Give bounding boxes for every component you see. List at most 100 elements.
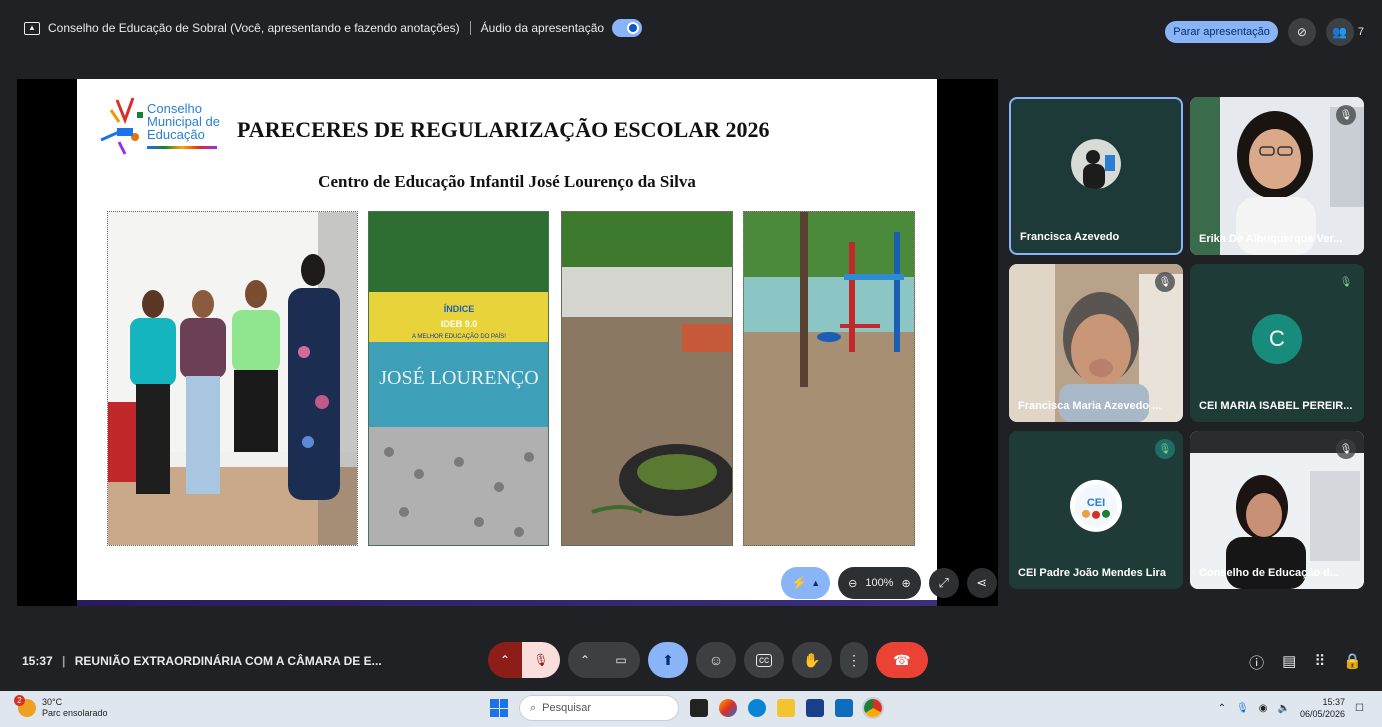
chevron-up-icon: ▲	[811, 578, 821, 588]
participant-count: 7	[1357, 26, 1364, 38]
zoom-in-icon[interactable]: ⊕	[901, 577, 910, 590]
divider	[469, 21, 471, 35]
mic-control: ⌃ 🎙	[488, 642, 560, 678]
presentation-audio-toggle[interactable]	[612, 19, 643, 37]
weather-sun-icon: 2	[14, 695, 36, 717]
system-tray: ⌃ 🎙 ◉ 🔈 15:37 06/05/2026 ☐	[1218, 696, 1364, 720]
svg-text:IDEB 9.0: IDEB 9.0	[441, 319, 478, 329]
presentation-settings-button[interactable]: ⊘	[1287, 18, 1316, 46]
mic-off-icon: 🎙	[1336, 439, 1356, 459]
photo-garden-tyre	[561, 211, 733, 546]
participant-tile-2[interactable]: 🎙 Erika De Albuquerque Ver...	[1190, 97, 1364, 255]
participant-name: Francisca Azevedo	[1020, 231, 1120, 243]
zoom-level: 100%	[865, 577, 894, 589]
host-controls-icon[interactable]: 🔒	[1343, 652, 1362, 673]
participant-tile-3[interactable]: 🎙 Francisca Maria Azevedo ...	[1009, 264, 1183, 422]
lightning-icon: ⚡	[791, 575, 808, 590]
notifications-icon[interactable]: ☐	[1355, 703, 1364, 714]
captions-button[interactable]: cc	[744, 642, 784, 678]
meeting-title: REUNIÃO EXTRAORDINÁRIA COM A CÂMARA DE E…	[74, 654, 382, 668]
emoji-icon: ☺	[708, 652, 724, 668]
participant-tile-6[interactable]: 🎙 Conselho de Educação d...	[1190, 431, 1364, 589]
file-explorer-icon[interactable]	[777, 699, 795, 717]
chrome-icon[interactable]	[862, 697, 884, 719]
camera-options-button[interactable]: ⌃	[568, 642, 602, 678]
zoom-out-icon[interactable]: ⊖	[848, 577, 857, 590]
task-view-icon[interactable]	[690, 699, 708, 717]
zoom-pill: ⊖ 100% ⊕	[838, 567, 921, 599]
meeting-controls-bar: 15:37 | REUNIÃO EXTRAORDINÁRIA COM A CÂM…	[0, 636, 1382, 688]
windows-taskbar: 2 30°C Parc ensolarado ⌕ Pesquisar ⌃ 🎙 ◉…	[0, 691, 1382, 727]
taskbar-apps: ⌕ Pesquisar	[490, 695, 884, 721]
share-icon: ⋖	[976, 575, 988, 590]
present-screen-icon: ▲	[24, 21, 40, 35]
avatar: C	[1252, 314, 1302, 364]
photo-school-wall: ÍNDICE IDEB 9.0 A MELHOR EDUCAÇÃO DO PAÍ…	[368, 211, 549, 546]
participant-tile-4[interactable]: C 🎙 CEI MARIA ISABEL PEREIR...	[1190, 264, 1364, 422]
mic-off-icon: 🎙	[1155, 272, 1175, 292]
search-placeholder: Pesquisar	[542, 702, 592, 714]
camera-icon: ▭	[615, 653, 627, 667]
mic-off-icon: 🎙	[1336, 105, 1356, 125]
hang-up-icon: ☎	[893, 651, 911, 668]
activities-icon[interactable]: ⠿	[1314, 652, 1325, 673]
participant-name: Erika De Albuquerque Ver...	[1199, 233, 1343, 245]
clock-date: 06/05/2026	[1299, 709, 1346, 719]
no-screen-icon: ⊘	[1296, 25, 1307, 39]
hand-icon: ✋	[803, 651, 821, 668]
leave-call-button[interactable]: ☎	[876, 642, 928, 678]
weather-widget[interactable]: 2 30°C Parc ensolarado	[14, 695, 108, 719]
mic-off-icon: 🎙	[1155, 439, 1175, 459]
copilot-icon[interactable]	[719, 699, 737, 717]
participant-tile-5[interactable]: CEI 🎙 CEI Padre João Mendes Lira	[1009, 431, 1183, 589]
taskbar-search[interactable]: ⌕ Pesquisar	[519, 695, 679, 721]
stop-presenting-button[interactable]: Parar apresentação	[1165, 21, 1278, 43]
edge-icon[interactable]	[748, 699, 766, 717]
mic-toggle-button[interactable]: 🎙	[522, 642, 560, 678]
presentation-stage: Conselho Municipal de Educação PARECERES…	[17, 79, 998, 606]
participant-name: CEI MARIA ISABEL PEREIR...	[1199, 400, 1353, 412]
effects-button[interactable]: ⚡ ▲	[781, 567, 831, 599]
search-icon: ⌕	[530, 701, 537, 714]
photo-playground	[743, 211, 915, 546]
present-now-button[interactable]: ⬆	[648, 642, 688, 678]
fullscreen-button[interactable]: ⤢	[928, 568, 959, 598]
weather-desc: Parc ensolarado	[42, 708, 108, 718]
more-vert-icon: ⋮	[847, 651, 861, 668]
camera-toggle-button[interactable]: ▭	[602, 642, 640, 678]
chevron-up-icon[interactable]: ⌃	[1218, 703, 1226, 714]
slide-subtitle: Centro de Educação Infantil José Lourenç…	[318, 172, 696, 191]
presentation-banner: ▲ Conselho de Educação de Sobral (Você, …	[0, 8, 1382, 48]
chat-icon[interactable]: ▤	[1282, 652, 1296, 673]
participant-name: Conselho de Educação d...	[1199, 567, 1339, 579]
more-options-button[interactable]: ⋮	[840, 642, 868, 678]
participants-button[interactable]: 👥 7	[1325, 18, 1364, 46]
meeting-info: 15:37 | REUNIÃO EXTRAORDINÁRIA COM A CÂM…	[22, 654, 382, 668]
mic-options-button[interactable]: ⌃	[488, 642, 522, 678]
call-controls: ⌃ 🎙 ⌃ ▭ ⬆ ☺ cc ✋ ⋮ ☎	[488, 642, 928, 678]
avatar-initial: C	[1269, 326, 1285, 351]
mic-icon[interactable]: 🎙	[1236, 703, 1249, 714]
mail-icon[interactable]	[835, 699, 853, 717]
expand-icon: ⤢	[938, 575, 949, 590]
participant-tile-1[interactable]: Francisca Azevedo	[1009, 97, 1183, 255]
meeting-details-icon[interactable]: ⓘ	[1249, 652, 1264, 673]
svg-text:ÍNDICE: ÍNDICE	[444, 304, 475, 314]
present-screen-icon: ⬆	[662, 651, 674, 668]
slide-title: PARECERES DE REGULARIZAÇÃO ESCOLAR 2026	[237, 117, 770, 142]
raise-hand-button[interactable]: ✋	[792, 642, 832, 678]
wifi-icon[interactable]: ◉	[1259, 703, 1268, 714]
mic-off-icon: 🎙	[1339, 276, 1353, 288]
share-button[interactable]: ⋖	[966, 568, 997, 598]
slide: Conselho Municipal de Educação PARECERES…	[77, 79, 937, 606]
store-icon[interactable]	[806, 699, 824, 717]
meeting-time: 15:37	[22, 654, 53, 668]
windows-start-icon[interactable]	[490, 699, 508, 717]
volume-icon[interactable]: 🔈	[1278, 703, 1290, 714]
svg-text:CEI: CEI	[1087, 497, 1105, 509]
participant-name: Francisca Maria Azevedo ...	[1018, 400, 1162, 412]
clock[interactable]: 15:37 06/05/2026	[1300, 696, 1345, 720]
reactions-button[interactable]: ☺	[696, 642, 736, 678]
presentation-zoom-controls: ⚡ ▲ ⊖ 100% ⊕ ⤢ ⋖	[781, 565, 997, 601]
captions-icon: cc	[756, 653, 772, 667]
